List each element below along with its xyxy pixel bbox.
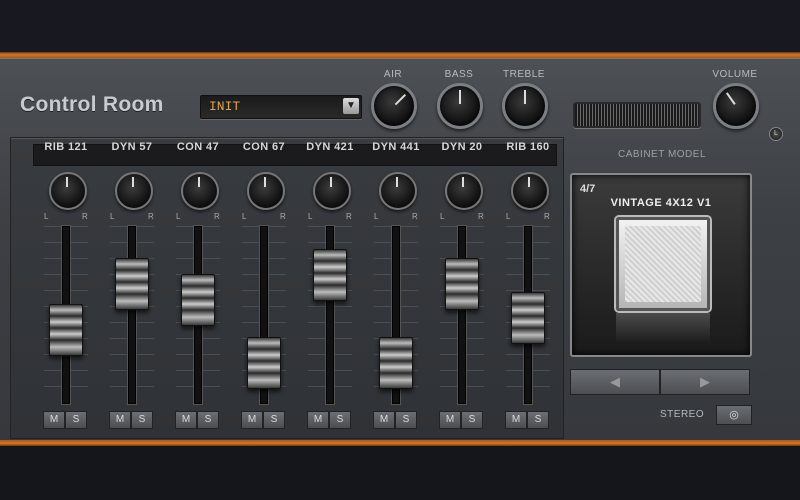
cabinet-panel: CABINET MODEL 4/7 VINTAGE 4X12 V1 ◀ ▶ ST… — [570, 137, 788, 437]
pan-knob[interactable] — [511, 172, 549, 210]
preset-value: INIT — [209, 99, 241, 114]
solo-button[interactable]: S — [329, 411, 351, 429]
pan-right-label: R — [544, 212, 550, 221]
window-top-strip — [0, 0, 800, 52]
channel-fader[interactable] — [181, 273, 215, 326]
channel-name: DYN 57 — [111, 141, 153, 153]
fader-track — [128, 226, 136, 404]
channel-name: DYN 20 — [441, 141, 483, 153]
pan-right-label: R — [412, 212, 418, 221]
air-knob[interactable] — [371, 83, 417, 129]
pan-left-label: L — [374, 212, 379, 221]
pan-knob[interactable] — [379, 172, 417, 210]
mute-button[interactable]: M — [307, 411, 329, 429]
channel-name: DYN 421 — [306, 141, 354, 153]
channel-name: CON 47 — [176, 141, 220, 153]
volume-label: VOLUME — [712, 69, 758, 80]
pan-left-label: L — [110, 212, 115, 221]
channel-name: RIB 121 — [44, 141, 88, 153]
mute-button[interactable]: M — [439, 411, 461, 429]
page-title: Control Room — [20, 93, 164, 116]
channel-fader[interactable] — [115, 257, 149, 310]
pan-knob[interactable] — [49, 172, 87, 210]
channel-fader[interactable] — [379, 336, 413, 389]
header: Control Room INIT ▼ AIR BASS TREBLE VOLU… — [8, 67, 792, 141]
pan-knob[interactable] — [313, 172, 351, 210]
pan-left-label: L — [440, 212, 445, 221]
cabinet-reflection — [616, 313, 710, 343]
window-bottom-strip — [0, 446, 800, 500]
solo-button[interactable]: S — [131, 411, 153, 429]
pan-right-label: R — [214, 212, 220, 221]
solo-button[interactable]: S — [527, 411, 549, 429]
channel-name: RIB 160 — [506, 141, 550, 153]
pan-left-label: L — [44, 212, 49, 221]
channel-fader[interactable] — [313, 248, 347, 301]
solo-button[interactable]: S — [263, 411, 285, 429]
pan-right-label: R — [82, 212, 88, 221]
mute-button[interactable]: M — [241, 411, 263, 429]
pan-knob[interactable] — [181, 172, 219, 210]
solo-button[interactable]: S — [395, 411, 417, 429]
solo-button[interactable]: S — [65, 411, 87, 429]
pan-left-label: L — [308, 212, 313, 221]
channel-name: DYN 441 — [372, 141, 420, 153]
mute-button[interactable]: M — [505, 411, 527, 429]
channel-fader[interactable] — [49, 304, 83, 357]
cabinet-count: 4/7 — [580, 183, 596, 195]
bass-knob[interactable] — [437, 83, 483, 129]
cabinet-model-label: CABINET MODEL — [618, 149, 706, 160]
pan-left-label: L — [242, 212, 247, 221]
chevron-down-icon[interactable]: ▼ — [343, 98, 359, 114]
pan-right-label: R — [346, 212, 352, 221]
mute-button[interactable]: M — [373, 411, 395, 429]
pan-knob[interactable] — [115, 172, 153, 210]
prev-cabinet-button[interactable]: ◀ — [570, 369, 660, 395]
cabinet-name: VINTAGE 4X12 V1 — [610, 197, 712, 209]
control-room-plugin: Control Room INIT ▼ AIR BASS TREBLE VOLU… — [0, 58, 800, 442]
output-meter — [573, 102, 701, 128]
volume-knob[interactable] — [713, 83, 759, 129]
cabinet-display: 4/7 VINTAGE 4X12 V1 — [570, 173, 752, 357]
solo-button[interactable]: S — [197, 411, 219, 429]
channel-fader[interactable] — [511, 291, 545, 344]
mute-button[interactable]: M — [175, 411, 197, 429]
treble-label: TREBLE — [503, 69, 545, 80]
channel-fader[interactable] — [247, 336, 281, 389]
bass-label: BASS — [444, 69, 474, 80]
stereo-label: STEREO — [660, 409, 705, 420]
treble-knob[interactable] — [502, 83, 548, 129]
channel-fader[interactable] — [445, 257, 479, 310]
pan-right-label: R — [148, 212, 154, 221]
next-cabinet-button[interactable]: ▶ — [660, 369, 750, 395]
fader-track — [458, 226, 466, 404]
pan-right-label: R — [280, 212, 286, 221]
pan-left-label: L — [506, 212, 511, 221]
solo-button[interactable]: S — [461, 411, 483, 429]
preset-dropdown[interactable]: INIT ▼ — [200, 95, 362, 119]
air-label: AIR — [383, 69, 403, 80]
mute-button[interactable]: M — [109, 411, 131, 429]
pan-left-label: L — [176, 212, 181, 221]
pan-knob[interactable] — [445, 172, 483, 210]
stereo-toggle-button[interactable]: ◎ — [716, 405, 752, 425]
pan-knob[interactable] — [247, 172, 285, 210]
mute-button[interactable]: M — [43, 411, 65, 429]
pan-right-label: R — [478, 212, 484, 221]
mic-mixer: RIB 121 L R M S DYN 57 L R M S CON 47 L R M S CON 67 L R M… — [10, 137, 564, 439]
channel-name: CON 67 — [242, 141, 286, 153]
speaker-cabinet-icon — [616, 217, 710, 311]
